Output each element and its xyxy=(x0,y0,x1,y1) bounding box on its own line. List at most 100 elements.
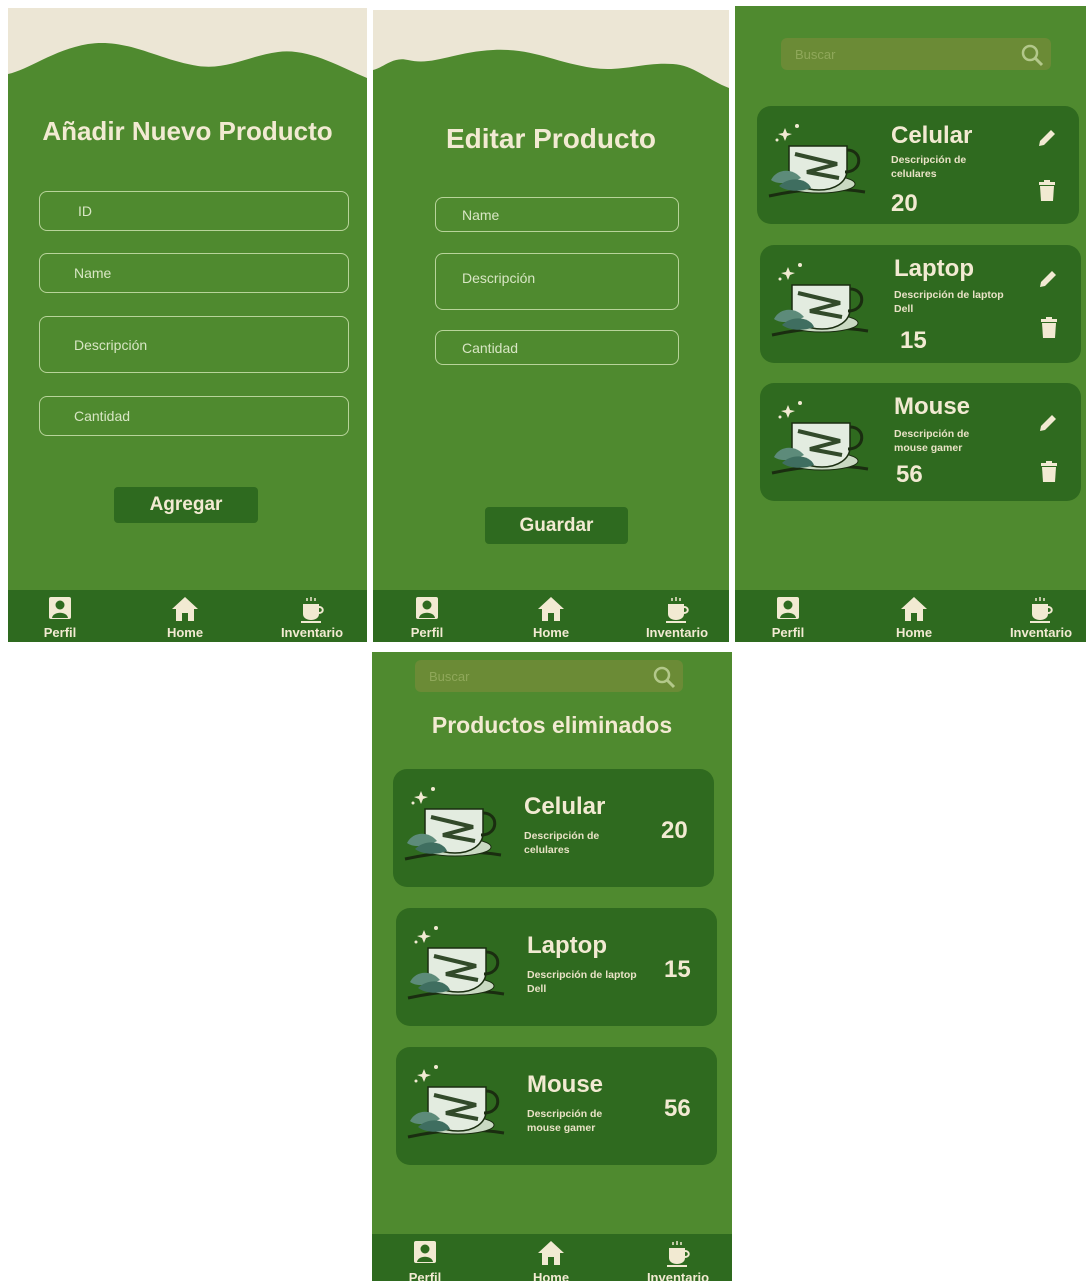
pencil-icon[interactable] xyxy=(1037,128,1057,148)
product-description: Descripción de laptop Dell xyxy=(894,289,1004,315)
deleted-product-card[interactable]: Mouse Descripción de mouse gamer 56 xyxy=(396,1047,717,1165)
search-input[interactable]: Buscar xyxy=(781,38,1051,70)
nav-inventory-label: Inventario xyxy=(1009,625,1073,640)
nav-home-label: Home xyxy=(166,625,204,640)
nav-home[interactable]: Home xyxy=(864,590,964,642)
product-quantity: 56 xyxy=(664,1095,691,1122)
bottom-navbar: Perfil Home Inventario xyxy=(372,1234,732,1281)
add-product-screen: Añadir Nuevo Producto ID Name Descripció… xyxy=(8,8,367,642)
product-description: Descripción de celulares xyxy=(524,830,600,856)
tea-cup-icon xyxy=(771,263,869,337)
trash-icon[interactable] xyxy=(1040,317,1058,339)
product-name: Mouse xyxy=(894,393,971,420)
product-quantity: 20 xyxy=(661,817,688,844)
product-card[interactable]: Laptop Descripción de laptop Dell 15 xyxy=(760,245,1081,363)
nav-inventory[interactable]: Inventario xyxy=(262,590,362,642)
bottom-navbar: Perfil Home Inventario xyxy=(8,590,367,642)
name-input[interactable]: Name xyxy=(435,197,679,232)
home-icon xyxy=(901,597,927,621)
header-wave xyxy=(373,10,729,100)
edit-product-screen: Editar Producto Name Descripción Cantida… xyxy=(373,10,729,642)
product-name: Mouse xyxy=(527,1071,604,1098)
search-input[interactable]: Buscar xyxy=(415,660,683,692)
product-quantity: 56 xyxy=(896,461,923,488)
product-quantity: 20 xyxy=(891,190,918,217)
nav-profile[interactable]: Perfil xyxy=(375,1234,475,1281)
nav-profile-label: Perfil xyxy=(43,625,77,640)
coffee-cup-icon xyxy=(667,1241,690,1267)
person-icon xyxy=(414,1241,436,1263)
nav-profile-label: Perfil xyxy=(408,1270,442,1281)
nav-profile[interactable]: Perfil xyxy=(377,590,477,642)
product-description: Descripción de laptop Dell xyxy=(527,969,637,995)
tea-cup-icon xyxy=(768,124,866,198)
home-icon xyxy=(172,597,198,621)
nav-inventory[interactable]: Inventario xyxy=(627,590,727,642)
nav-inventory[interactable]: Inventario xyxy=(628,1234,728,1281)
nav-home[interactable]: Home xyxy=(501,590,601,642)
pencil-icon[interactable] xyxy=(1038,269,1058,289)
bottom-navbar: Perfil Home Inventario xyxy=(373,590,729,642)
inventory-screen: Buscar Celular Descripción de celulares … xyxy=(735,6,1086,642)
person-icon xyxy=(416,597,438,619)
save-button[interactable]: Guardar xyxy=(485,507,628,544)
nav-home[interactable]: Home xyxy=(135,590,235,642)
deleted-product-card[interactable]: Laptop Descripción de laptop Dell 15 xyxy=(396,908,717,1026)
home-icon xyxy=(538,1241,564,1265)
nav-profile[interactable]: Perfil xyxy=(738,590,838,642)
product-description: Descripción de mouse gamer xyxy=(894,428,970,454)
product-name: Celular xyxy=(891,122,973,149)
nav-home-label: Home xyxy=(532,1270,570,1281)
search-icon xyxy=(653,666,676,689)
search-placeholder: Buscar xyxy=(795,46,836,62)
trash-icon[interactable] xyxy=(1038,180,1056,202)
page-title: Añadir Nuevo Producto xyxy=(42,116,333,146)
quantity-input[interactable]: Cantidad xyxy=(435,330,679,365)
description-input[interactable]: Descripción xyxy=(435,253,679,310)
search-placeholder: Buscar xyxy=(429,668,470,684)
product-quantity: 15 xyxy=(900,327,927,354)
coffee-cup-icon xyxy=(301,597,324,623)
tea-cup-icon xyxy=(404,787,502,861)
nav-home[interactable]: Home xyxy=(501,1234,601,1281)
trash-icon[interactable] xyxy=(1040,461,1058,483)
person-icon xyxy=(777,597,799,619)
nav-profile-label: Perfil xyxy=(771,625,805,640)
home-icon xyxy=(538,597,564,621)
search-icon xyxy=(1021,44,1044,67)
nav-profile[interactable]: Perfil xyxy=(10,590,110,642)
description-input[interactable]: Descripción xyxy=(39,316,349,373)
bottom-navbar: Perfil Home Inventario xyxy=(735,590,1086,642)
person-icon xyxy=(49,597,71,619)
deleted-products-screen: Buscar Productos eliminados Celular Desc… xyxy=(372,652,732,1281)
coffee-cup-icon xyxy=(666,597,689,623)
nav-inventory[interactable]: Inventario xyxy=(991,590,1086,642)
product-name: Laptop xyxy=(527,932,607,959)
name-input[interactable]: Name xyxy=(39,253,349,293)
page-title: Productos eliminados xyxy=(431,712,673,738)
nav-profile-label: Perfil xyxy=(410,625,444,640)
product-card[interactable]: Celular Descripción de celulares 20 xyxy=(757,106,1079,224)
product-card[interactable]: Mouse Descripción de mouse gamer 56 xyxy=(760,383,1081,501)
product-name: Laptop xyxy=(894,255,974,282)
id-input[interactable]: ID xyxy=(39,191,349,231)
deleted-product-card[interactable]: Celular Descripción de celulares 20 xyxy=(393,769,714,887)
product-name: Celular xyxy=(524,793,606,820)
page-title: Editar Producto xyxy=(445,123,656,154)
pencil-icon[interactable] xyxy=(1038,413,1058,433)
nav-home-label: Home xyxy=(895,625,933,640)
product-quantity: 15 xyxy=(664,956,691,983)
quantity-input[interactable]: Cantidad xyxy=(39,396,349,436)
product-description: Descripción de celulares xyxy=(891,154,967,180)
coffee-cup-icon xyxy=(1030,597,1053,623)
product-description: Descripción de mouse gamer xyxy=(527,1108,603,1134)
header-wave xyxy=(8,8,367,98)
add-button[interactable]: Agregar xyxy=(114,487,258,523)
tea-cup-icon xyxy=(407,926,505,1000)
nav-inventory-label: Inventario xyxy=(646,1270,710,1281)
nav-home-label: Home xyxy=(532,625,570,640)
tea-cup-icon xyxy=(407,1065,505,1139)
nav-inventory-label: Inventario xyxy=(280,625,344,640)
nav-inventory-label: Inventario xyxy=(645,625,709,640)
tea-cup-icon xyxy=(771,401,869,475)
